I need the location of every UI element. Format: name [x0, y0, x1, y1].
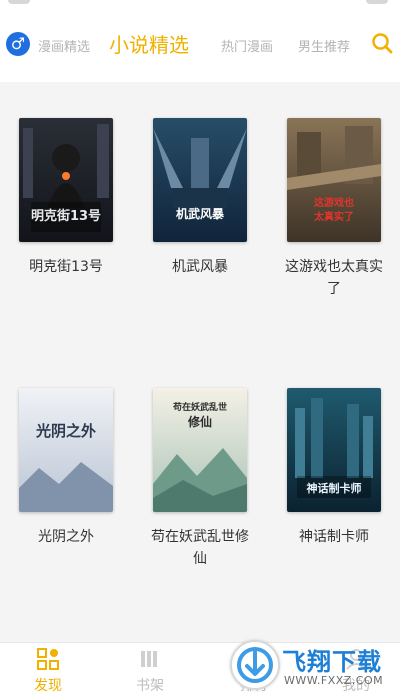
- book-item[interactable]: 机武风暴 机武风暴: [140, 118, 260, 278]
- watermark-logo: [230, 640, 280, 690]
- watermark-url: WWW.FXXZ.COM: [284, 674, 384, 687]
- book-cover[interactable]: 机武风暴: [153, 118, 247, 242]
- book-item[interactable]: 光阴之外 光阴之外: [6, 388, 126, 548]
- book-cover[interactable]: 光阴之外: [19, 388, 113, 512]
- book-item[interactable]: 苟在妖武乱世 修仙 苟在妖武乱世修仙: [140, 388, 260, 570]
- status-indicator: [8, 0, 30, 4]
- status-bar: [0, 0, 400, 8]
- male-gender-icon[interactable]: ♂: [6, 32, 30, 56]
- book-title[interactable]: 苟在妖武乱世修仙: [140, 526, 260, 570]
- site-watermark: 飞翔下载 WWW.FXXZ.COM: [228, 636, 400, 697]
- book-title[interactable]: 光阴之外: [6, 526, 126, 548]
- search-icon[interactable]: [371, 32, 393, 54]
- svg-text:修仙: 修仙: [187, 414, 212, 429]
- book-item[interactable]: 神话制卡师 神话制卡师: [274, 388, 394, 548]
- nav-label: 发现: [34, 678, 62, 694]
- discover-icon: [37, 648, 59, 670]
- svg-text:太真实了: 太真实了: [313, 210, 354, 223]
- svg-text:机武风暴: 机武风暴: [176, 206, 225, 221]
- svg-text:神话制卡师: 神话制卡师: [307, 481, 362, 495]
- tab-comic-picks[interactable]: 漫画精选: [38, 36, 90, 55]
- svg-text:光阴之外: 光阴之外: [35, 422, 96, 440]
- tab-male-recommend[interactable]: 男生推荐: [298, 36, 350, 55]
- status-indicator: [366, 0, 388, 4]
- book-item[interactable]: 这游戏也 太真实了 这游戏也太真实了: [274, 118, 394, 300]
- nav-bookshelf[interactable]: 书架: [110, 643, 190, 698]
- book-cover[interactable]: 明克街13号: [19, 118, 113, 242]
- book-cover[interactable]: 神话制卡师: [287, 388, 381, 512]
- top-bar: ♂ 漫画精选 小说精选 热门漫画 男生推荐: [0, 0, 400, 82]
- tab-novel-picks[interactable]: 小说精选: [109, 29, 189, 58]
- book-title[interactable]: 这游戏也太真实了: [274, 256, 394, 300]
- book-item[interactable]: 明克街13号 明克街13号: [6, 118, 126, 278]
- watermark-brand: 飞翔下载: [282, 648, 382, 676]
- bookshelf-icon: [141, 651, 157, 667]
- nav-label: 书架: [136, 678, 164, 694]
- nav-discover[interactable]: 发现: [8, 643, 88, 698]
- book-title[interactable]: 明克街13号: [6, 256, 126, 278]
- book-grid: 明克街13号 明克街13号 机武风暴 机武风暴 这游戏也 太真实了 这游戏也太真…: [0, 82, 400, 642]
- svg-text:明克街13号: 明克街13号: [31, 208, 101, 224]
- book-cover[interactable]: 苟在妖武乱世 修仙: [153, 388, 247, 512]
- book-title[interactable]: 机武风暴: [140, 256, 260, 278]
- svg-text:苟在妖武乱世: 苟在妖武乱世: [172, 401, 227, 413]
- svg-text:这游戏也: 这游戏也: [314, 196, 354, 209]
- book-cover[interactable]: 这游戏也 太真实了: [287, 118, 381, 242]
- tab-popular-comics[interactable]: 热门漫画: [221, 36, 273, 55]
- book-title[interactable]: 神话制卡师: [274, 526, 394, 548]
